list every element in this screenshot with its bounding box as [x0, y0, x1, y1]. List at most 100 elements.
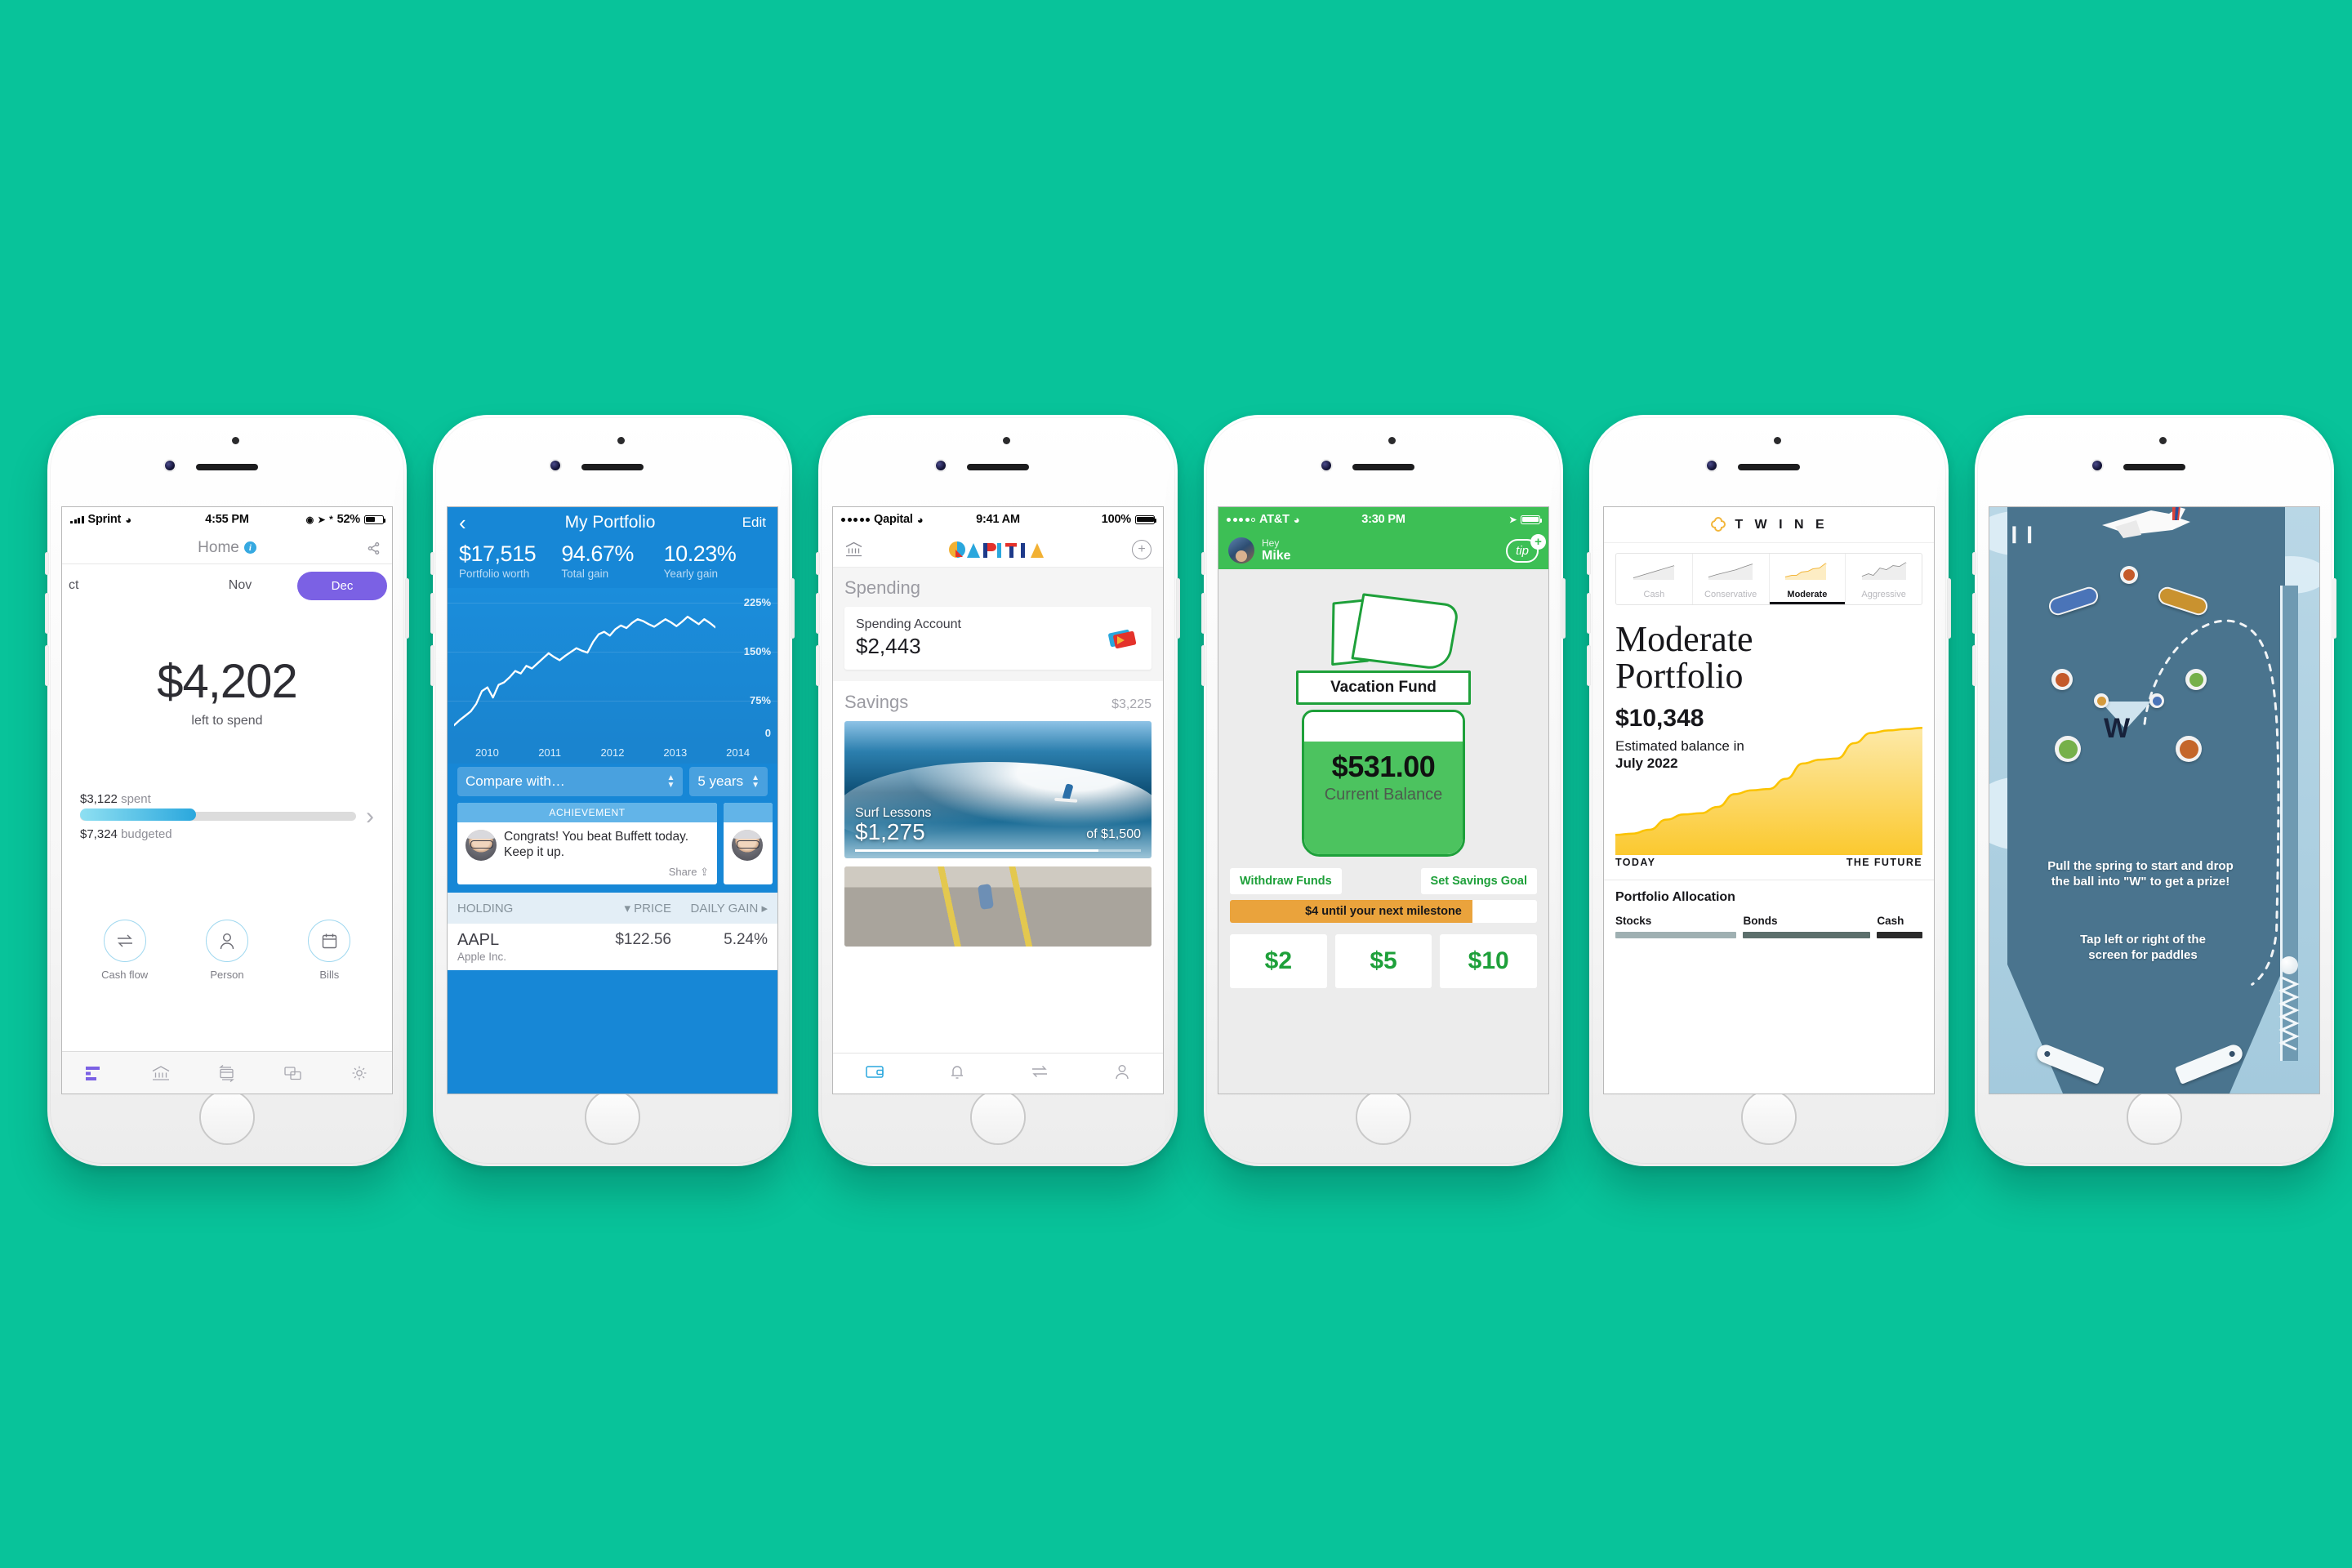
month-nov[interactable]: Nov [183, 578, 297, 593]
power-button[interactable] [405, 578, 409, 639]
tip-amount-2[interactable]: $2 [1230, 934, 1327, 988]
spending-account-card[interactable]: Spending Account $2,443 [844, 607, 1152, 670]
bumper-top[interactable] [2120, 566, 2138, 584]
col-price[interactable]: ▾ PRICE [581, 901, 671, 915]
bumper-low-right[interactable] [2176, 736, 2202, 762]
volume-down-button[interactable] [1587, 645, 1591, 686]
chat-bubbles-icon [284, 1066, 301, 1080]
month-oct[interactable]: ct [67, 578, 183, 593]
edit-button[interactable]: Edit [728, 514, 766, 531]
bumper-low-left[interactable] [2055, 736, 2081, 762]
tab-profile[interactable] [1111, 1062, 1133, 1085]
clock: 9:41 AM [976, 513, 1020, 526]
user-greeting[interactable]: Hey Mike [1228, 537, 1291, 564]
spring-plunger-icon[interactable] [2278, 976, 2300, 1051]
volume-down-button[interactable] [816, 645, 820, 686]
set-savings-goal-button[interactable]: Set Savings Goal [1420, 868, 1537, 894]
bumper-mid-left[interactable] [2051, 669, 2073, 690]
mute-switch[interactable] [1201, 552, 1205, 575]
chevron-left-icon[interactable]: ‹ [459, 512, 492, 533]
jar-label: Vacation Fund [1296, 670, 1471, 705]
tab-messages[interactable] [279, 1061, 307, 1085]
bumper-mid-right[interactable] [2185, 669, 2207, 690]
power-button[interactable] [2332, 578, 2336, 639]
tip-button[interactable]: tip [1506, 533, 1546, 563]
volume-down-button[interactable] [1201, 645, 1205, 686]
volume-up-button[interactable] [430, 593, 434, 634]
allocation-stocks: Stocks [1615, 915, 1737, 939]
volume-up-button[interactable] [816, 593, 820, 634]
tab-transactions[interactable] [213, 1061, 241, 1085]
savings-goal-next[interactable] [844, 866, 1152, 947]
power-button[interactable] [1947, 578, 1951, 639]
range-select[interactable]: 5 years ▲ ▼ [689, 767, 768, 796]
alarm-icon: ◉ [305, 514, 314, 525]
savings-goal-surf-lessons[interactable]: Surf Lessons $1,275 of $1,500 [844, 721, 1152, 858]
allocation-label: Cash [1877, 915, 1904, 928]
tip-amount-5[interactable]: $5 [1334, 934, 1432, 988]
mute-switch[interactable] [1587, 552, 1591, 575]
bumper-small-right[interactable] [2149, 693, 2164, 708]
month-dec[interactable]: Dec [297, 571, 387, 600]
col-daily-gain[interactable]: DAILY GAIN ▸ [671, 901, 768, 915]
col-holding[interactable]: HOLDING [457, 902, 581, 915]
power-button[interactable] [791, 578, 795, 639]
y-tick-0: 0 [764, 727, 771, 739]
tab-settings[interactable] [345, 1061, 373, 1085]
power-button[interactable] [1176, 578, 1180, 639]
segment-conservative[interactable]: Conservative [1693, 554, 1770, 604]
bill-right [1351, 593, 1460, 671]
bank-icon[interactable] [844, 541, 863, 558]
info-icon[interactable]: i [243, 541, 256, 554]
tab-transfers[interactable] [1029, 1062, 1050, 1085]
volume-up-button[interactable] [45, 593, 49, 634]
bumper-small-left[interactable] [2094, 693, 2109, 708]
stepper-icon: ▲ ▼ [666, 773, 675, 790]
achievement-card-next[interactable] [724, 803, 773, 884]
month-selector[interactable]: ct Nov Dec [62, 564, 392, 607]
action-cash-flow[interactable]: Cash flow [86, 920, 164, 981]
segment-aggressive[interactable]: Aggressive [1846, 554, 1922, 604]
action-bills[interactable]: Bills [290, 920, 368, 981]
action-person[interactable]: Person [188, 920, 266, 981]
tab-overview[interactable] [81, 1061, 109, 1085]
mute-switch[interactable] [816, 552, 820, 575]
budget-summary[interactable]: $3,122 spent $7,324 budgeted › [62, 792, 392, 841]
home-button[interactable] [585, 1089, 640, 1145]
power-button[interactable] [1561, 578, 1566, 639]
segment-moderate[interactable]: Moderate [1769, 554, 1846, 604]
tip-amount-10[interactable]: $10 [1440, 934, 1538, 988]
segment-label: Moderate [1787, 590, 1828, 599]
home-button[interactable] [1741, 1089, 1797, 1145]
withdraw-funds-button[interactable]: Withdraw Funds [1230, 868, 1342, 894]
volume-down-button[interactable] [45, 645, 49, 686]
tab-wallet[interactable] [864, 1062, 885, 1085]
achievement-card[interactable]: ACHIEVEMENT Congrats! You beat Buffett t… [457, 803, 717, 884]
stepper-icon: ▲ ▼ [751, 773, 760, 790]
home-button[interactable] [2127, 1089, 2182, 1145]
share-icon[interactable] [367, 541, 381, 555]
achievement-carousel[interactable]: ACHIEVEMENT Congrats! You beat Buffett t… [448, 803, 777, 893]
volume-down-button[interactable] [430, 645, 434, 686]
home-button[interactable] [199, 1089, 255, 1145]
chevron-right-icon[interactable]: › [366, 804, 374, 829]
plus-circle-icon[interactable]: + [1132, 539, 1152, 559]
segment-cash[interactable]: Cash [1616, 554, 1693, 604]
table-row[interactable]: AAPL Apple Inc. $122.56 5.24% [448, 924, 777, 970]
volume-up-button[interactable] [1587, 593, 1591, 634]
home-button[interactable] [1356, 1089, 1411, 1145]
volume-up-button[interactable] [1972, 593, 1976, 634]
mute-switch[interactable] [1972, 552, 1976, 575]
volume-up-button[interactable] [1201, 593, 1205, 634]
tab-notifications[interactable] [947, 1062, 968, 1085]
pinball-ball[interactable] [2280, 956, 2298, 974]
home-button[interactable] [970, 1089, 1026, 1145]
mute-switch[interactable] [430, 552, 434, 575]
compare-select[interactable]: Compare with… ▲ ▼ [457, 767, 684, 796]
share-action[interactable]: Share ⇪ [457, 866, 717, 884]
phone-6-screen[interactable]: ❙❙ W Pull the spring to start and drop t… [1989, 506, 2320, 1094]
mute-switch[interactable] [45, 552, 49, 575]
volume-down-button[interactable] [1972, 645, 1976, 686]
jar-top [1304, 712, 1463, 742]
tab-accounts[interactable] [147, 1061, 175, 1085]
